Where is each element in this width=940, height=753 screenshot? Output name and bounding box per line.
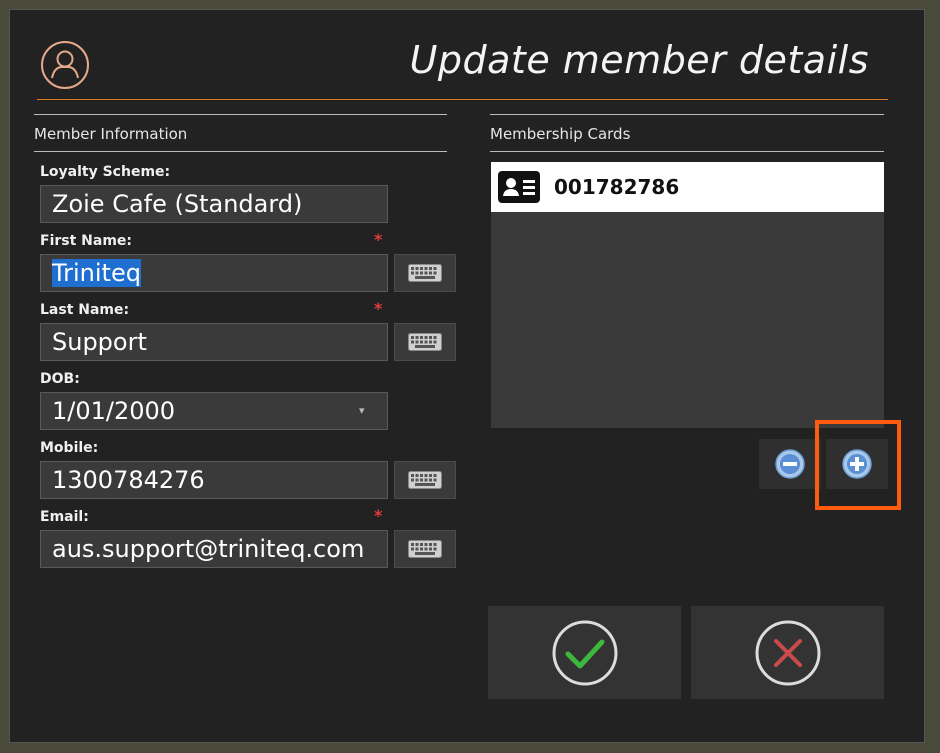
minus-circle-icon xyxy=(775,449,805,479)
mobile-field[interactable]: 1300784276 xyxy=(40,461,388,499)
first-name-label: First Name: xyxy=(40,233,133,249)
loyalty-scheme-select[interactable]: Zoie Cafe (Standard) xyxy=(40,185,388,223)
list-item[interactable]: 001782786 xyxy=(491,162,884,212)
loyalty-scheme-value: Zoie Cafe (Standard) xyxy=(52,190,303,218)
keyboard-icon xyxy=(408,264,442,282)
update-member-dialog: Update member details Member Information… xyxy=(9,9,925,743)
mobile-value: 1300784276 xyxy=(52,466,205,494)
email-field[interactable]: aus.support@triniteq.com xyxy=(40,530,388,568)
user-circle-icon xyxy=(40,40,90,90)
first-name-field[interactable]: Triniteq xyxy=(40,254,388,292)
first-name-keyboard-button[interactable] xyxy=(394,254,456,292)
mobile-label: Mobile: xyxy=(40,440,99,456)
remove-card-button[interactable] xyxy=(759,439,821,489)
card-number: 001782786 xyxy=(554,175,680,199)
email-value: aus.support@triniteq.com xyxy=(52,535,365,563)
dialog-title: Update member details xyxy=(409,38,869,82)
membership-cards-heading: Membership Cards xyxy=(490,125,631,143)
mobile-keyboard-button[interactable] xyxy=(394,461,456,499)
dob-label: DOB: xyxy=(40,371,80,387)
cards-top-rule xyxy=(490,114,884,115)
member-info-bottom-rule xyxy=(34,151,447,152)
member-info-top-rule xyxy=(34,114,447,115)
last-name-value: Support xyxy=(52,328,147,356)
keyboard-icon xyxy=(408,471,442,489)
first-name-value: Triniteq xyxy=(52,259,141,287)
id-card-icon xyxy=(498,171,540,203)
dob-select[interactable]: 1/01/2000 xyxy=(40,392,388,430)
keyboard-icon xyxy=(408,540,442,558)
dob-value: 1/01/2000 xyxy=(52,397,176,425)
first-name-required-marker: * xyxy=(374,230,383,249)
last-name-required-marker: * xyxy=(374,299,383,318)
last-name-label: Last Name: xyxy=(40,302,130,318)
membership-card-list[interactable]: 001782786 xyxy=(491,162,884,428)
keyboard-icon xyxy=(408,333,442,351)
cards-bottom-rule xyxy=(490,151,884,152)
email-keyboard-button[interactable] xyxy=(394,530,456,568)
last-name-keyboard-button[interactable] xyxy=(394,323,456,361)
check-icon xyxy=(552,620,617,685)
email-required-marker: * xyxy=(374,506,383,525)
email-label: Email: xyxy=(40,509,89,525)
cancel-button[interactable] xyxy=(691,606,884,699)
close-icon xyxy=(755,620,820,685)
add-card-highlight-box xyxy=(815,420,901,510)
member-info-heading: Member Information xyxy=(34,125,188,143)
loyalty-scheme-label: Loyalty Scheme: xyxy=(40,164,171,180)
chevron-down-icon[interactable]: ▾ xyxy=(359,404,365,417)
last-name-field[interactable]: Support xyxy=(40,323,388,361)
title-divider xyxy=(37,99,888,100)
confirm-button[interactable] xyxy=(488,606,681,699)
